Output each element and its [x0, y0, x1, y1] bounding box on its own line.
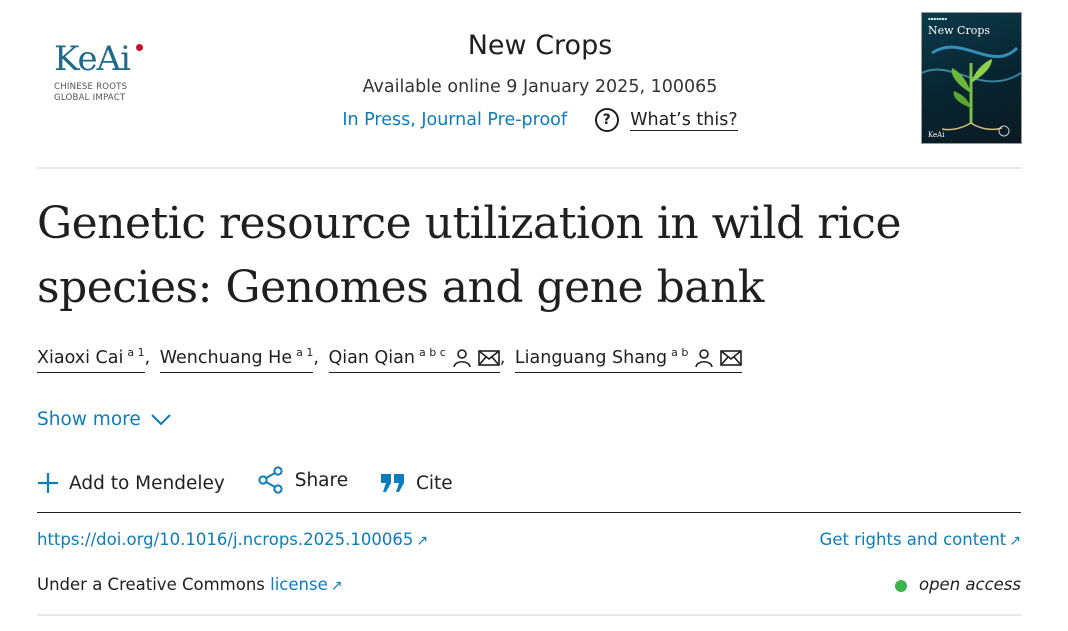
cover-title: New Crops — [928, 24, 991, 37]
share-button[interactable]: Share — [257, 466, 348, 494]
doi-link[interactable]: https://doi.org/10.1016/j.ncrops.2025.10… — [37, 530, 428, 549]
license-link[interactable]: license — [270, 575, 328, 594]
help-icon[interactable]: ? — [594, 108, 619, 132]
share-icon — [258, 466, 283, 494]
journal-title[interactable]: New Crops — [300, 30, 780, 61]
cover-logo: KeAi — [928, 131, 945, 139]
separator: , — [313, 347, 319, 368]
logo-dot — [136, 44, 143, 51]
plus-icon — [38, 473, 58, 493]
journal-cover-image[interactable]: ▪▪▪▪▪▪▪ New Crops KeAi — [921, 12, 1022, 144]
whats-this-link[interactable]: What’s this? — [630, 110, 738, 131]
keai-logo[interactable]: KeAi CHINESE ROOTS GLOBAL IMPACT — [54, 42, 154, 104]
footer-divider — [37, 614, 1021, 616]
external-link-icon: ↗ — [1009, 533, 1021, 549]
separator: , — [499, 347, 506, 368]
email-icon — [720, 350, 743, 366]
external-link-icon: ↗ — [330, 578, 343, 594]
email-icon — [477, 350, 500, 366]
chevron-down-icon — [151, 414, 171, 426]
actions-divider — [37, 512, 1021, 513]
open-access-dot-icon — [894, 579, 907, 592]
quote-icon — [381, 474, 404, 492]
author-link[interactable]: Qian Qian a b c — [328, 346, 500, 373]
show-more-button[interactable]: Show more — [37, 409, 171, 430]
person-icon — [452, 349, 471, 368]
separator: , — [144, 347, 151, 368]
logo-tagline: CHINESE ROOTS GLOBAL IMPACT — [54, 82, 128, 103]
article-title: Genetic resource utilization in wild ric… — [37, 198, 902, 313]
rights-link[interactable]: Get rights and content ↗ — [820, 530, 1021, 549]
author-link[interactable]: Lianguang Shang a b — [514, 346, 743, 373]
person-icon — [695, 349, 714, 368]
article-status: In Press, Journal Pre-proof ? What’s thi… — [300, 108, 780, 132]
in-press-link[interactable]: In Press, Journal Pre-proof — [342, 110, 567, 130]
author-list: Xiaoxi Cai a 1, Wenchuang He a 1, Qian Qia… — [37, 346, 743, 373]
license-line: Under a Creative Commons license ↗ — [37, 575, 343, 594]
availability-date: Available online 9 January 2025, 100065 — [362, 77, 718, 97]
open-access-badge: open access — [894, 575, 1021, 594]
cite-button[interactable]: Cite — [380, 472, 453, 494]
cover-header: ▪▪▪▪▪▪▪ — [928, 16, 947, 21]
add-to-mendeley-button[interactable]: Add to Mendeley — [37, 472, 225, 494]
external-link-icon: ↗ — [416, 533, 429, 549]
author-link[interactable]: Xiaoxi Cai a 1 — [37, 346, 145, 373]
author-link[interactable]: Wenchuang He a 1 — [159, 346, 314, 373]
header-divider — [37, 167, 1021, 169]
article-actions: Add to Mendeley Share Cite — [37, 466, 479, 499]
